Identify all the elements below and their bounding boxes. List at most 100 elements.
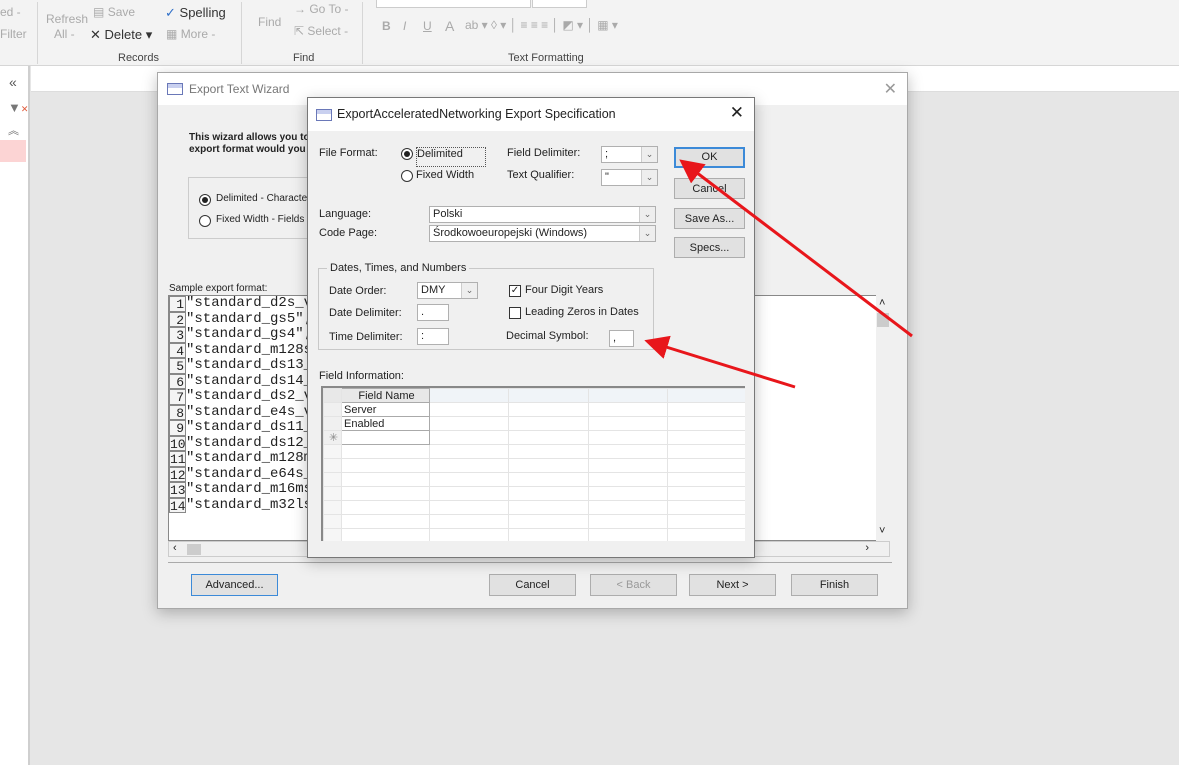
chevron-down-icon[interactable]: ⌄ — [639, 207, 655, 222]
vertical-scrollbar[interactable]: ˄ ˅ — [876, 295, 890, 541]
row-number: 4 — [169, 342, 186, 358]
group-label-records: Records — [118, 52, 159, 64]
four-digit-years-checkbox[interactable]: ✓ — [509, 285, 521, 297]
refresh-all-button[interactable]: All - — [54, 27, 75, 41]
sample-row-text: "standard_m32ls — [186, 496, 313, 513]
row-number: 11 — [169, 451, 186, 467]
delimited-radio[interactable] — [199, 194, 211, 206]
divider — [362, 2, 363, 64]
chevron-down-icon[interactable]: ⌄ — [639, 226, 655, 241]
date-delimiter-input[interactable]: . — [417, 304, 449, 321]
row-number: 7 — [169, 389, 186, 405]
next-button[interactable]: Next > — [689, 574, 776, 596]
fixed-width-radio[interactable] — [401, 170, 413, 182]
refresh-button[interactable]: Refresh — [46, 12, 88, 26]
decimal-symbol-input[interactable]: , — [609, 330, 634, 347]
scroll-right-icon[interactable]: › — [865, 542, 869, 554]
language-select[interactable]: Polski ⌄ — [429, 206, 656, 223]
row-number: 10 — [169, 435, 186, 452]
divider — [241, 2, 242, 64]
delete-button[interactable]: ✕ Delete ▾ — [90, 27, 152, 43]
font-name-box[interactable] — [376, 0, 531, 8]
sample-row-text: "standard_ds2_v — [186, 388, 313, 404]
cancel-button[interactable]: Cancel — [489, 574, 576, 596]
date-order-value: DMY — [421, 284, 446, 296]
row-number: 3 — [169, 327, 186, 343]
scroll-down-icon[interactable]: ˅ — [879, 525, 885, 537]
font-color-button[interactable]: A — [445, 18, 454, 34]
row-selector[interactable] — [323, 416, 342, 431]
delimited-label[interactable]: Delimited — [416, 147, 486, 167]
field-information-grid[interactable]: Field Name Server Enabled ✳ — [321, 386, 745, 541]
find-button[interactable]: Find — [258, 15, 281, 29]
font-size-box[interactable] — [532, 0, 587, 8]
decimal-symbol-label: Decimal Symbol: — [506, 330, 589, 342]
field-name-header: Field Name — [341, 388, 430, 403]
row-selector[interactable] — [323, 402, 342, 417]
new-field-row[interactable]: ✳ — [323, 430, 745, 445]
chevron-down-icon[interactable]: ⌄ — [641, 147, 657, 162]
time-delimiter-input[interactable]: : — [417, 328, 449, 345]
fixed-width-radio[interactable] — [199, 215, 211, 227]
advanced-button[interactable]: Advanced... — [191, 574, 278, 596]
close-icon[interactable]: ✕ — [730, 103, 744, 123]
clear-filter-icon[interactable]: ▼✕ — [8, 100, 28, 115]
select-button[interactable]: ⇱ Select - — [294, 24, 348, 38]
date-order-select[interactable]: DMY ⌄ — [417, 282, 478, 299]
fixed-width-label[interactable]: Fixed Width — [416, 169, 474, 181]
field-name-cell[interactable] — [341, 430, 430, 445]
row-number: 6 — [169, 373, 186, 389]
field-row[interactable]: Enabled — [323, 416, 745, 431]
leading-zeros-label[interactable]: Leading Zeros in Dates — [525, 306, 639, 318]
spelling-icon: ✓ — [165, 5, 176, 20]
group-label-find: Find — [293, 52, 315, 64]
save-as-button[interactable]: Save As... — [674, 208, 745, 229]
bold-button[interactable]: B — [382, 19, 391, 33]
cancel-button[interactable]: Cancel — [674, 178, 745, 199]
field-name-cell[interactable]: Enabled — [341, 416, 430, 431]
ribbon: ed - Filter Refresh All - ▤ Save ✕ Delet… — [0, 0, 1179, 66]
delimited-radio[interactable] — [401, 148, 413, 160]
scroll-thumb[interactable] — [877, 313, 889, 327]
close-icon[interactable]: ✕ — [884, 79, 897, 99]
ok-button[interactable]: OK — [674, 147, 745, 168]
text-qualifier-select[interactable]: " ⌄ — [601, 169, 658, 186]
underline-button[interactable]: U — [423, 19, 432, 33]
goto-button[interactable]: → Go To - — [294, 2, 348, 16]
more-button[interactable]: ▦ More - — [166, 27, 215, 41]
selected-nav-item[interactable] — [0, 140, 26, 162]
field-name-cell[interactable]: Server — [341, 402, 430, 417]
row-number: 5 — [169, 358, 186, 374]
scroll-left-icon[interactable]: ‹ — [173, 542, 177, 554]
collapse-nav-button[interactable]: « — [9, 74, 17, 90]
specs-button[interactable]: Specs... — [674, 237, 745, 258]
delimited-label[interactable]: Delimited - Characte — [216, 193, 307, 204]
fixed-width-label[interactable]: Fixed Width - Fields — [216, 214, 304, 225]
field-delimiter-select[interactable]: ; ⌄ — [601, 146, 658, 163]
ribbon-filter[interactable]: Filter — [0, 27, 27, 41]
highlight-icon[interactable]: ab ▾ ◊ ▾ │ ≡ ≡ ≡ │ ◩ ▾ │ ▦ ▾ — [465, 18, 618, 32]
italic-button[interactable]: I — [403, 19, 406, 33]
four-digit-years-label[interactable]: Four Digit Years — [525, 284, 603, 296]
finish-button[interactable]: Finish — [791, 574, 878, 596]
field-delimiter-value: ; — [605, 148, 609, 160]
row-number: 13 — [169, 482, 186, 498]
spelling-button[interactable]: ✓ Spelling — [165, 5, 226, 21]
row-selector-header — [323, 388, 342, 403]
code-page-value: Środkowoeuropejski (Windows) — [433, 227, 588, 239]
spec-icon — [316, 109, 332, 121]
leading-zeros-checkbox[interactable] — [509, 307, 521, 319]
scroll-thumb[interactable] — [187, 544, 201, 555]
field-row[interactable]: Server — [323, 402, 745, 417]
back-button[interactable]: < Back — [590, 574, 677, 596]
chevron-up-icon[interactable]: ︽ — [8, 122, 19, 138]
sample-row-text: "standard_gs5"; — [186, 310, 313, 327]
chevron-down-icon[interactable]: ⌄ — [641, 170, 657, 185]
sample-row-text: "standard_m16ms — [186, 481, 313, 497]
ribbon-partial-item[interactable]: ed - — [0, 5, 21, 19]
cursor-icon: ⇱ — [294, 24, 305, 38]
code-page-select[interactable]: Środkowoeuropejski (Windows) ⌄ — [429, 225, 656, 242]
save-button[interactable]: ▤ Save — [93, 5, 135, 19]
scroll-up-icon[interactable]: ˄ — [879, 297, 885, 309]
chevron-down-icon[interactable]: ⌄ — [461, 283, 477, 298]
